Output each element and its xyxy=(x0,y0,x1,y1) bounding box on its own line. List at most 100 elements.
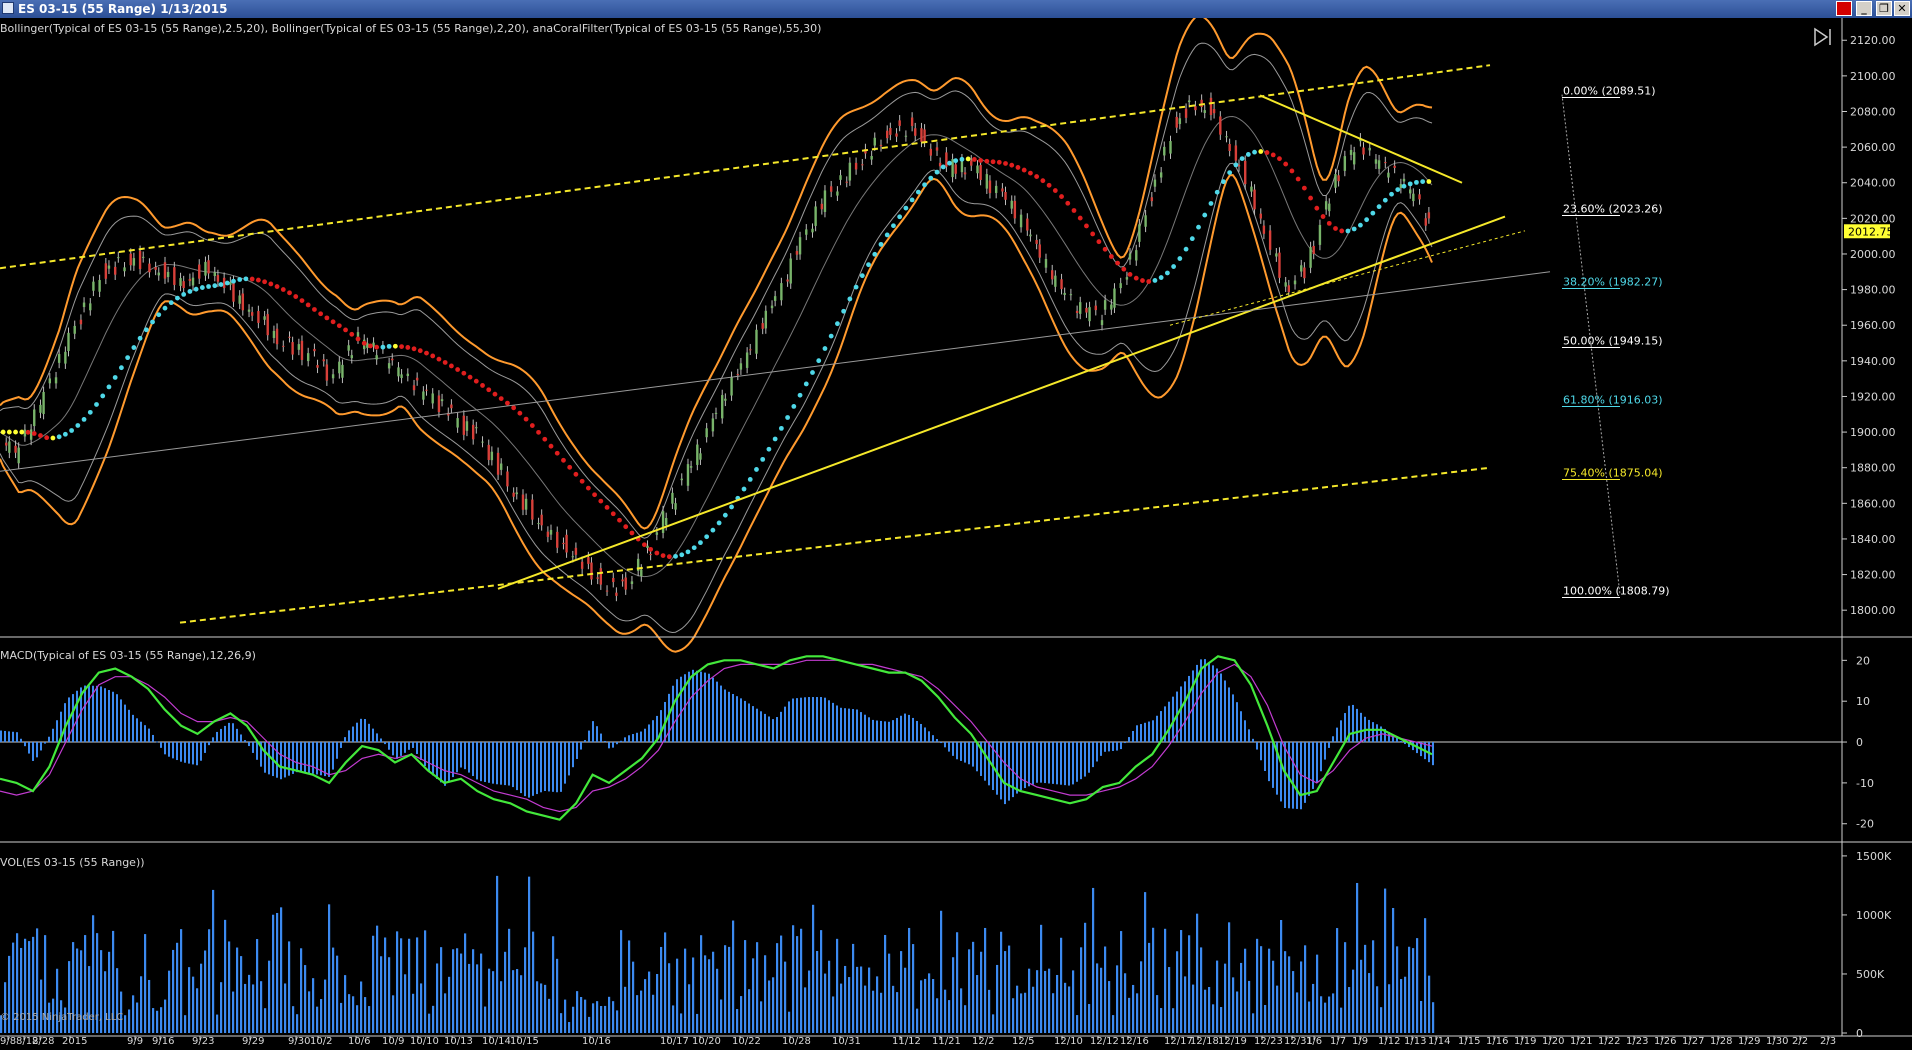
candle-body xyxy=(487,444,490,460)
macd-histogram-bar xyxy=(520,742,522,794)
volume-panel[interactable] xyxy=(0,875,1435,1033)
macd-histogram-bar xyxy=(1008,742,1010,801)
chart-canvas[interactable]: 0.00% (2089.51) 23.60% (2023.26) 38.20% (1… xyxy=(0,14,1912,1047)
candle-body xyxy=(1063,292,1066,295)
candle-body xyxy=(1029,234,1032,237)
chart-area[interactable]: 0.00% (2089.51) 23.60% (2023.26) 38.20% (1… xyxy=(0,14,1912,1047)
volume-bar xyxy=(808,970,811,1033)
volume-bar xyxy=(1016,985,1019,1033)
coral-filter-dot xyxy=(1308,195,1313,201)
macd-histogram-bar xyxy=(160,742,162,748)
skip-to-end-icon[interactable] xyxy=(1812,26,1834,48)
macd-histogram-bar xyxy=(128,709,130,743)
candle-body xyxy=(910,117,914,126)
macd-histogram-bar xyxy=(580,742,582,750)
volume-bar xyxy=(1256,938,1259,1033)
volume-bar xyxy=(696,1013,699,1033)
link-color-icon[interactable] xyxy=(1836,1,1852,16)
candle-body xyxy=(14,445,17,453)
volume-bar xyxy=(1420,1000,1423,1033)
volume-bar xyxy=(668,963,671,1033)
coral-filter-dot xyxy=(585,485,591,491)
volume-bar xyxy=(324,979,327,1033)
macd-histogram-bar xyxy=(96,685,98,743)
volume-bar xyxy=(780,935,783,1033)
candle-body xyxy=(387,363,391,369)
volume-bar xyxy=(1092,887,1095,1033)
minimize-button[interactable]: _ xyxy=(1856,1,1872,16)
macd-histogram-bar xyxy=(304,742,306,773)
volume-bar xyxy=(440,947,443,1033)
candle-body xyxy=(89,303,92,311)
coral-filter-dot xyxy=(548,443,554,449)
volume-bar xyxy=(1352,969,1355,1033)
volume-bar xyxy=(684,948,687,1033)
candle-body xyxy=(291,342,294,355)
macd-histogram-bar xyxy=(512,742,514,788)
volume-bar xyxy=(816,950,819,1033)
macd-histogram-bar xyxy=(836,705,838,743)
volume-bar xyxy=(1184,976,1187,1033)
macd-histogram-bar xyxy=(988,742,990,786)
upper-channel xyxy=(0,64,1491,270)
candle-body xyxy=(17,447,20,464)
candle-body xyxy=(48,378,52,384)
volume-bar xyxy=(1340,1007,1343,1033)
candle-body xyxy=(549,529,553,535)
coral-filter-dot xyxy=(368,343,373,349)
volume-bar xyxy=(800,928,803,1033)
coral-filter-dot xyxy=(168,300,174,306)
candle-body xyxy=(104,263,108,279)
candle-body xyxy=(1300,265,1303,272)
coral-filter-dot xyxy=(480,383,485,388)
volume-bar xyxy=(732,920,735,1033)
candle-body xyxy=(1019,214,1023,228)
candle-body xyxy=(322,359,325,362)
volume-bar xyxy=(456,948,459,1033)
macd-histogram-bar xyxy=(528,742,530,798)
candle-body xyxy=(780,283,783,301)
candle-body xyxy=(163,262,167,279)
candle-body xyxy=(154,267,157,270)
volume-bar xyxy=(1052,993,1055,1033)
volume-bar xyxy=(468,963,471,1033)
macd-histogram-bar xyxy=(972,742,974,767)
macd-panel[interactable] xyxy=(0,655,1842,821)
candle-body xyxy=(886,130,889,139)
x-tick-label: 10/28 xyxy=(782,1036,811,1046)
volume-bar xyxy=(1100,967,1103,1033)
macd-histogram-bar xyxy=(364,719,366,743)
volume-bar xyxy=(876,976,879,1033)
candle-body xyxy=(873,137,876,146)
coral-filter-dot xyxy=(1345,228,1351,234)
candle-body xyxy=(836,191,839,196)
window-titlebar[interactable]: ES 03-15 (55 Range) 1/13/2015 _ ❐ ✕ xyxy=(0,0,1912,18)
close-button[interactable]: ✕ xyxy=(1894,1,1910,16)
volume-bar xyxy=(1276,985,1279,1033)
restore-button[interactable]: ❐ xyxy=(1876,1,1892,16)
price-panel[interactable]: 0.00% (2089.51) 23.60% (2023.26) 38.20% (1… xyxy=(0,14,1670,653)
macd-histogram-bar xyxy=(372,728,374,743)
volume-bar xyxy=(428,1013,431,1033)
x-tick-label: 8/28 xyxy=(32,1036,54,1046)
x-tick-label: 1/6 xyxy=(1306,1036,1322,1046)
macd-histogram-bar xyxy=(604,740,606,743)
macd-histogram-bar xyxy=(1152,720,1154,743)
macd-histogram-bar xyxy=(284,742,286,778)
fibonacci-level-label: 61.80% (1916.03) xyxy=(1563,394,1663,407)
candle-body xyxy=(1128,253,1132,260)
macd-histogram-bar xyxy=(532,742,534,796)
volume-bar xyxy=(1004,951,1007,1033)
macd-histogram-bar xyxy=(396,742,398,759)
candle-body xyxy=(686,464,690,486)
volume-bar xyxy=(812,904,815,1033)
macd-histogram-bar xyxy=(48,736,50,743)
candle-body xyxy=(188,278,192,281)
macd-histogram-bar xyxy=(936,739,938,743)
candle-body xyxy=(1163,146,1166,156)
macd-histogram-bar xyxy=(824,697,826,743)
candle-body xyxy=(1159,172,1163,178)
coral-filter-dot xyxy=(1052,188,1058,193)
macd-histogram-bar xyxy=(472,742,474,777)
macd-histogram-bar xyxy=(4,730,6,743)
